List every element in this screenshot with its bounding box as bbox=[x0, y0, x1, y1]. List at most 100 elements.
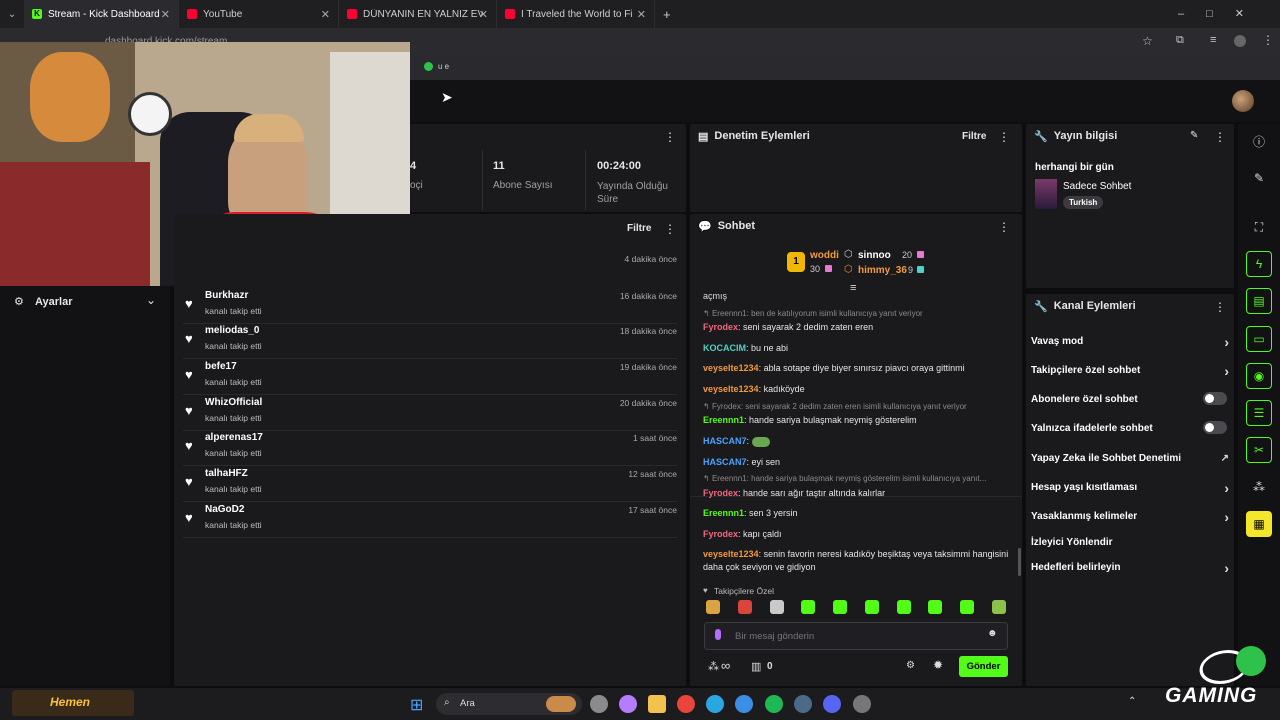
emote-icon[interactable] bbox=[738, 600, 752, 614]
tab-video-1[interactable]: DÜNYANIN EN YALNIZ EVİNDE ✕ bbox=[339, 0, 497, 28]
channel-action-item[interactable]: Hesap yaşı kısıtlaması › bbox=[1031, 480, 1229, 496]
channel-action-item[interactable]: Yapay Zeka ile Sohbet Denetimi ↗ bbox=[1031, 453, 1229, 464]
chevron-right-icon[interactable]: › bbox=[1224, 560, 1229, 576]
follower-name[interactable]: alperenas17 bbox=[205, 432, 263, 443]
channel-action-item[interactable]: Vavaş mod › bbox=[1031, 334, 1229, 350]
store-icon[interactable] bbox=[735, 695, 753, 713]
edit-pencil-icon[interactable]: ✎ bbox=[1190, 130, 1198, 141]
chat-scrollbar[interactable] bbox=[1018, 548, 1021, 576]
channel-action-item[interactable]: Yalnızca ifadelerle sohbet bbox=[1031, 421, 1229, 434]
discord-icon[interactable] bbox=[823, 695, 841, 713]
emote-icon[interactable] bbox=[897, 600, 911, 614]
fullscreen-icon[interactable]: ⛶ bbox=[1246, 214, 1272, 240]
channel-action-item[interactable]: Abonelere özel sohbet bbox=[1031, 392, 1229, 405]
tab-youtube[interactable]: YouTube ✕ bbox=[179, 0, 339, 28]
emote-icon[interactable] bbox=[770, 600, 784, 614]
steam-icon[interactable] bbox=[794, 695, 812, 713]
moderation-menu-icon[interactable]: ⋮ bbox=[998, 130, 1010, 144]
chat-username[interactable]: KOCACIM bbox=[703, 343, 746, 353]
follower-name[interactable]: WhizOfficial bbox=[205, 397, 262, 408]
follower-name[interactable]: NaGoD2 bbox=[205, 504, 244, 515]
chevron-right-icon[interactable]: › bbox=[1224, 480, 1229, 496]
chat-username[interactable]: HASCAN7 bbox=[703, 457, 747, 467]
follower-name[interactable]: Burkhazr bbox=[205, 290, 248, 301]
users-icon[interactable]: ⁂ bbox=[708, 660, 719, 673]
chat-username[interactable]: Fyrodex bbox=[703, 322, 738, 332]
emote-icon[interactable] bbox=[706, 600, 720, 614]
category-name[interactable]: Sadece Sohbet bbox=[1063, 181, 1131, 192]
send-button[interactable]: Gönder bbox=[959, 656, 1008, 677]
menu-icon[interactable]: ⋮ bbox=[1262, 33, 1274, 47]
chat-username[interactable]: Ereennn1 bbox=[703, 508, 744, 518]
chat-menu-icon[interactable]: ⋮ bbox=[998, 220, 1010, 234]
spotify-icon[interactable] bbox=[765, 695, 783, 713]
channel-action-item[interactable]: Hedefleri belirleyin › bbox=[1031, 560, 1229, 576]
chrome-icon[interactable] bbox=[677, 695, 695, 713]
chat-input-box[interactable]: ☻ bbox=[704, 622, 1008, 650]
follower-name[interactable]: meliodas_0 bbox=[205, 325, 259, 336]
toggle-switch[interactable] bbox=[1203, 421, 1227, 434]
clip-icon[interactable]: ▦ bbox=[1246, 511, 1272, 537]
chat-username[interactable]: Fyrodex bbox=[703, 488, 738, 498]
chat-username[interactable]: Ereennn1 bbox=[703, 415, 744, 425]
external-link-icon[interactable]: ↗ bbox=[1221, 453, 1229, 464]
emoji-icon[interactable]: ☻ bbox=[987, 628, 998, 639]
activity-filter-button[interactable]: Filtre bbox=[627, 223, 651, 234]
bookmark-star-icon[interactable]: ☆ bbox=[1142, 34, 1153, 48]
pencil-icon[interactable]: ✎ bbox=[1246, 165, 1272, 191]
reply-context[interactable]: ↰ Fyrodex: seni sayarak 2 dedim zaten er… bbox=[703, 402, 1015, 411]
close-tab-icon[interactable]: ✕ bbox=[637, 8, 646, 21]
lightning-icon[interactable]: ϟ bbox=[1246, 251, 1272, 277]
chat-message-input[interactable] bbox=[735, 628, 975, 644]
channel-action-item[interactable]: Takipçilere özel sohbet › bbox=[1031, 363, 1229, 379]
new-tab-button[interactable]: + bbox=[655, 7, 679, 22]
layers-icon[interactable]: ☰ bbox=[1246, 400, 1272, 426]
store-icon[interactable]: ▥ bbox=[751, 660, 761, 673]
settings-label[interactable]: Ayarlar bbox=[35, 296, 73, 308]
emote-icon[interactable] bbox=[992, 600, 1006, 614]
emote-icon[interactable] bbox=[960, 600, 974, 614]
start-menu-icon[interactable]: ⊞ bbox=[410, 695, 423, 715]
tab-list-button[interactable]: ⌄ bbox=[0, 9, 24, 20]
microphone-icon[interactable] bbox=[715, 629, 721, 640]
obs-icon[interactable] bbox=[853, 695, 871, 713]
emote-icon[interactable] bbox=[928, 600, 942, 614]
share-icon[interactable]: ⁂ bbox=[1246, 474, 1272, 500]
reply-context[interactable]: ↰ Ereennn1: hande sariya bulaşmak neymiş… bbox=[703, 474, 1015, 483]
edge-icon[interactable] bbox=[706, 695, 724, 713]
chat-username[interactable]: veyselte1234 bbox=[703, 363, 759, 373]
moderation-filter-button[interactable]: Filtre bbox=[962, 131, 986, 142]
broadcast-icon[interactable]: ◉ bbox=[1246, 363, 1272, 389]
stats-menu-icon[interactable]: ⋮ bbox=[664, 130, 676, 144]
leader-second-name[interactable]: sinnoo bbox=[858, 250, 891, 261]
copilot-icon[interactable] bbox=[619, 695, 637, 713]
close-tab-icon[interactable]: ✕ bbox=[161, 8, 170, 21]
leader-third-name[interactable]: himmy_36 bbox=[858, 265, 907, 276]
chat-username[interactable]: Fyrodex bbox=[703, 529, 738, 539]
user-avatar[interactable] bbox=[1232, 90, 1254, 112]
close-tab-icon[interactable]: ✕ bbox=[321, 8, 330, 21]
chevron-right-icon[interactable]: › bbox=[1224, 363, 1229, 379]
file-explorer-icon[interactable] bbox=[648, 695, 666, 713]
info-icon[interactable]: ⓘ bbox=[1246, 128, 1272, 154]
chat-username[interactable]: veyselte1234 bbox=[703, 384, 759, 394]
chat-bubble-icon[interactable]: ▭ bbox=[1246, 326, 1272, 352]
activity-menu-icon[interactable]: ⋮ bbox=[664, 222, 676, 236]
window-controls[interactable]: –□✕ bbox=[1178, 7, 1266, 20]
emote-icon[interactable] bbox=[865, 600, 879, 614]
follower-name[interactable]: befe17 bbox=[205, 361, 237, 372]
chat-username[interactable]: HASCAN7 bbox=[703, 436, 747, 446]
channel-action-item[interactable]: İzleyici Yönlendir bbox=[1031, 537, 1229, 548]
channel-action-item[interactable]: Yasaklanmış kelimeler › bbox=[1031, 509, 1229, 525]
channel-actions-menu-icon[interactable]: ⋮ bbox=[1214, 300, 1226, 314]
task-view-icon[interactable] bbox=[590, 695, 608, 713]
toggle-switch[interactable] bbox=[1203, 392, 1227, 405]
leader-first-name[interactable]: woddi bbox=[810, 250, 839, 261]
tools-icon[interactable]: ✂ bbox=[1246, 437, 1272, 463]
chevron-right-icon[interactable]: › bbox=[1224, 509, 1229, 525]
tray-chevron-icon[interactable]: ⌃ bbox=[1128, 696, 1136, 707]
emote-icon[interactable] bbox=[833, 600, 847, 614]
follower-name[interactable]: talhaHFZ bbox=[205, 468, 248, 479]
tab-kick-dashboard[interactable]: K Stream - Kick Dashboard ✕ bbox=[24, 0, 179, 28]
taskbar-search[interactable]: ⌕ Ara bbox=[436, 693, 582, 715]
